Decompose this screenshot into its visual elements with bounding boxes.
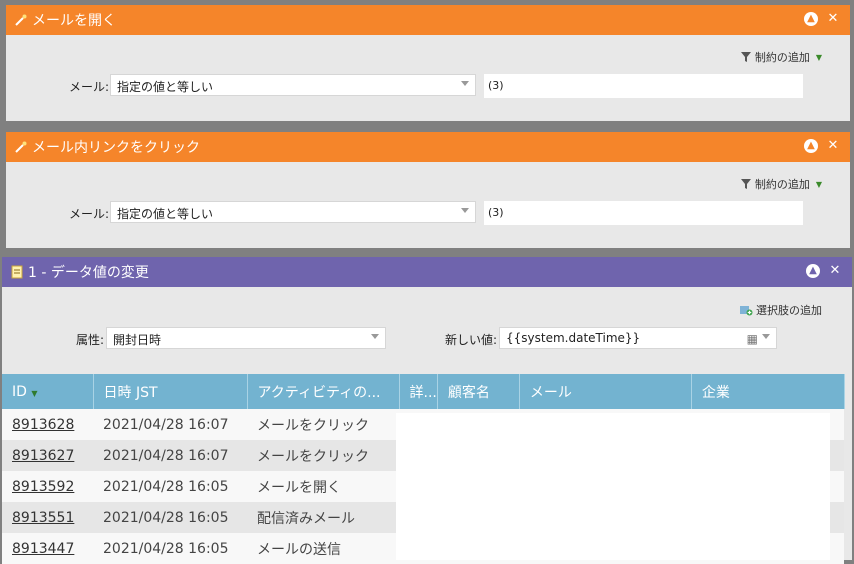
chevron-down-icon — [461, 208, 469, 213]
panel-title: メールを開く — [32, 13, 116, 29]
redacted-area — [396, 413, 830, 560]
move-up-icon[interactable]: ▲ — [806, 264, 820, 278]
trigger-panel-click-link: メール内リンクをクリック ▲ ✕ 制約の追加 ▼ メール: 指定の値と等しい (… — [6, 132, 850, 248]
attribute-label: 属性: — [76, 333, 105, 347]
chevron-down-icon — [461, 81, 469, 86]
dropdown-arrow-icon: ▼ — [815, 179, 822, 189]
email-value-field[interactable]: (3) — [484, 74, 803, 98]
id-cell: 8913592 — [2, 471, 93, 502]
column-header-customer[interactable]: 顧客名 — [437, 374, 520, 409]
table-header-row: ID ▼ 日時 JST アクティビティの... 詳... 顧客名 メール 企業 — [2, 374, 845, 409]
email-value: (3) — [488, 79, 504, 92]
move-up-icon[interactable]: ▲ — [804, 12, 818, 26]
add-choice-label: 選択肢の追加 — [756, 304, 822, 317]
add-choice-icon — [740, 306, 753, 316]
activity-cell: メールを開く — [247, 471, 399, 502]
add-constraint-label: 制約の追加 — [754, 178, 810, 191]
calendar-icon[interactable]: ▦ — [747, 332, 758, 346]
email-field-label: メール: — [69, 80, 110, 94]
operator-select[interactable]: 指定の値と等しい — [110, 201, 476, 223]
add-constraint-link[interactable]: 制約の追加 ▼ — [740, 49, 822, 65]
column-header-company[interactable]: 企業 — [691, 374, 845, 409]
id-link[interactable]: 8913627 — [12, 448, 74, 464]
id-cell: 8913627 — [2, 440, 93, 471]
activity-cell: メールをクリック — [247, 440, 399, 471]
email-value: (3) — [488, 206, 504, 219]
wand-icon — [15, 141, 27, 153]
close-icon[interactable]: ✕ — [826, 139, 840, 153]
filter-icon — [740, 179, 751, 189]
dropdown-arrow-icon: ▼ — [815, 52, 822, 62]
panel-header: メール内リンクをクリック ▲ ✕ — [6, 132, 850, 162]
id-cell: 8913551 — [2, 502, 93, 533]
id-link[interactable]: 8913628 — [12, 417, 74, 433]
trigger-panel-open-email: メールを開く ▲ ✕ 制約の追加 ▼ メール: 指定の値と等しい (3) — [6, 5, 850, 121]
id-cell: 8913628 — [2, 409, 93, 440]
activity-cell: 配信済みメール — [247, 502, 399, 533]
column-header-datetime[interactable]: 日時 JST — [93, 374, 248, 409]
id-link[interactable]: 8913447 — [12, 541, 74, 557]
activity-cell: メールをクリック — [247, 409, 399, 440]
activity-cell: メールの送信 — [247, 533, 399, 564]
chevron-down-icon[interactable] — [762, 334, 770, 339]
datetime-cell: 2021/04/28 16:07 — [93, 440, 247, 471]
attribute-select[interactable]: 開封日時 — [106, 327, 386, 349]
datetime-cell: 2021/04/28 16:05 — [93, 471, 247, 502]
form-icon — [11, 265, 23, 279]
new-value-field[interactable]: {{system.dateTime}} ▦ — [499, 327, 777, 349]
operator-value: 指定の値と等しい — [117, 207, 214, 221]
panel-header: 1 - データ値の変更 ▲ ✕ — [2, 257, 852, 287]
add-constraint-link[interactable]: 制約の追加 ▼ — [740, 176, 822, 192]
panel-title: 1 - データ値の変更 — [28, 265, 149, 281]
datetime-cell: 2021/04/28 16:05 — [93, 502, 247, 533]
add-constraint-label: 制約の追加 — [754, 51, 810, 64]
email-value-field[interactable]: (3) — [484, 201, 803, 225]
column-header-id[interactable]: ID ▼ — [2, 374, 94, 409]
id-link[interactable]: 8913551 — [12, 510, 74, 526]
new-value-label: 新しい値: — [445, 333, 498, 347]
filter-icon — [740, 52, 751, 62]
panel-header: メールを開く ▲ ✕ — [6, 5, 850, 35]
operator-select[interactable]: 指定の値と等しい — [110, 74, 476, 96]
new-value: {{system.dateTime}} — [506, 331, 641, 345]
move-up-icon[interactable]: ▲ — [804, 139, 818, 153]
id-link[interactable]: 8913592 — [12, 479, 74, 495]
column-header-email[interactable]: メール — [519, 374, 692, 409]
email-field-label: メール: — [69, 207, 110, 221]
column-header-activity[interactable]: アクティビティの... — [247, 374, 400, 409]
panel-title: メール内リンクをクリック — [32, 140, 200, 156]
chevron-down-icon — [371, 334, 379, 339]
close-icon[interactable]: ✕ — [826, 12, 840, 26]
datetime-cell: 2021/04/28 16:05 — [93, 533, 247, 564]
operator-value: 指定の値と等しい — [117, 80, 214, 94]
column-header-details[interactable]: 詳... — [399, 374, 438, 409]
datetime-cell: 2021/04/28 16:07 — [93, 409, 247, 440]
attribute-value: 開封日時 — [113, 333, 162, 347]
add-choice-link[interactable]: 選択肢の追加 — [739, 302, 822, 318]
sort-desc-icon: ▼ — [31, 388, 38, 398]
wand-icon — [15, 14, 27, 26]
close-icon[interactable]: ✕ — [828, 264, 842, 278]
id-cell: 8913447 — [2, 533, 93, 564]
